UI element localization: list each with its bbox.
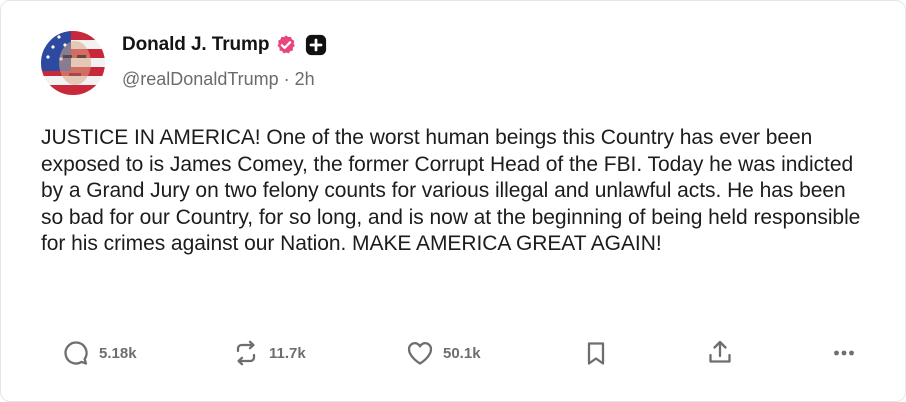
repost-count: 11.7k bbox=[269, 344, 306, 362]
repost-button[interactable]: 11.7k bbox=[231, 335, 306, 371]
post-timestamp[interactable]: 2h bbox=[295, 69, 315, 90]
repost-icon bbox=[236, 340, 256, 366]
more-options-button[interactable] bbox=[829, 335, 859, 371]
author-row: Donald J. Trump bbox=[122, 31, 327, 59]
heart-icon bbox=[407, 342, 433, 365]
action-bar: 5.18k 11.7k 50.1k bbox=[1, 335, 906, 371]
bookmark-button[interactable] bbox=[581, 335, 611, 371]
ellipsis-icon bbox=[834, 350, 854, 356]
reply-button[interactable]: 5.18k bbox=[61, 335, 137, 371]
reply-icon bbox=[64, 341, 88, 365]
post-card: Donald J. Trump @realDonaldTrump · 2h JU… bbox=[0, 0, 906, 402]
author-name[interactable]: Donald J. Trump bbox=[122, 34, 269, 56]
like-button[interactable]: 50.1k bbox=[405, 335, 481, 371]
post-body: JUSTICE IN AMERICA! One of the worst hum… bbox=[41, 126, 861, 255]
meta-separator: · bbox=[283, 69, 290, 89]
bookmark-icon bbox=[587, 342, 605, 365]
plus-square-icon[interactable] bbox=[305, 34, 327, 56]
verified-badge-icon bbox=[275, 34, 297, 56]
author-handle[interactable]: @realDonaldTrump bbox=[122, 69, 279, 90]
like-count: 50.1k bbox=[443, 344, 481, 362]
avatar[interactable] bbox=[41, 31, 105, 95]
avatar-image bbox=[41, 31, 105, 95]
share-icon bbox=[709, 340, 731, 363]
author-meta: @realDonaldTrump · 2h bbox=[122, 69, 315, 90]
share-button[interactable] bbox=[705, 335, 735, 371]
reply-count: 5.18k bbox=[99, 344, 137, 362]
